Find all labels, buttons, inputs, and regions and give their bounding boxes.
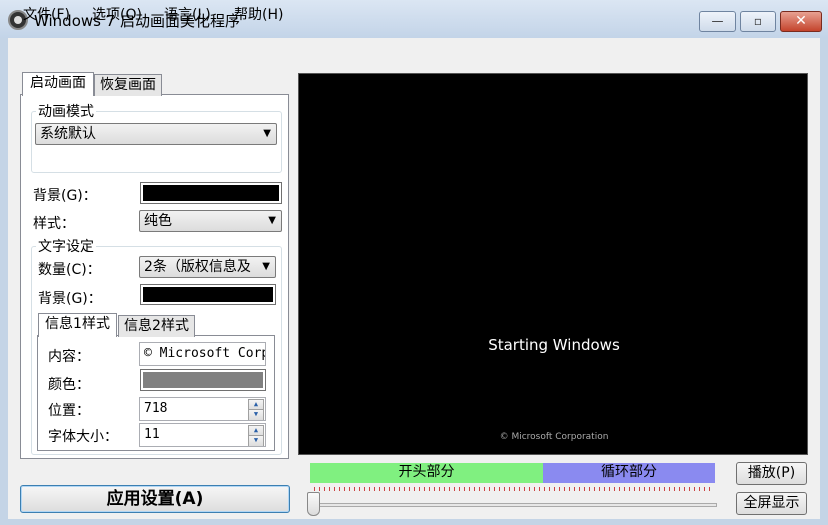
tab-info2-style[interactable]: 信息2样式: [118, 315, 195, 337]
text-background-swatch: [143, 287, 273, 302]
spin-down-icon[interactable]: ▼: [248, 409, 264, 420]
maximize-button[interactable]: ▫: [740, 11, 776, 32]
chevron-down-icon: ▼: [263, 128, 271, 139]
close-button[interactable]: ✕: [780, 11, 822, 32]
menu-bar: [8, 38, 820, 64]
font-size-value: 11: [144, 427, 160, 442]
background-color-picker[interactable]: [140, 182, 282, 204]
text-background-label: 背景(G)：: [38, 291, 102, 307]
timeline-slider-thumb[interactable]: [307, 492, 320, 516]
timeline-ticks: [314, 487, 714, 491]
menu-file[interactable]: 文件(F): [23, 4, 70, 24]
content-input[interactable]: © Microsoft Corp: [139, 342, 266, 366]
style-label: 样式：: [33, 216, 75, 232]
position-value: 718: [144, 401, 168, 416]
count-value: 2条（版权信息及: [144, 259, 251, 275]
tab-boot-screen[interactable]: 启动画面: [22, 72, 94, 96]
position-stepper[interactable]: 718 ▲ ▼: [139, 397, 266, 421]
text-color-picker[interactable]: [140, 369, 266, 391]
preview-starting-text: Starting Windows: [488, 336, 620, 354]
menu-options[interactable]: 选项(O): [92, 4, 142, 24]
font-size-label: 字体大小：: [48, 429, 118, 445]
text-background-color-picker[interactable]: [140, 284, 276, 305]
animation-mode-value: 系统默认: [40, 126, 96, 142]
timeline-slider-track[interactable]: [312, 503, 717, 507]
color-label: 颜色：: [48, 377, 90, 393]
minimize-button[interactable]: —: [699, 11, 736, 32]
position-label: 位置：: [48, 403, 90, 419]
count-select[interactable]: 2条（版权信息及 ▼: [139, 256, 276, 278]
spin-down-icon[interactable]: ▼: [248, 435, 264, 446]
tab-resume-screen[interactable]: 恢复画面: [94, 74, 162, 96]
animation-mode-select[interactable]: 系统默认 ▼: [35, 123, 277, 145]
chevron-down-icon: ▼: [262, 261, 270, 272]
style-select[interactable]: 纯色 ▼: [139, 210, 282, 232]
background-label: 背景(G)：: [33, 188, 97, 204]
animation-mode-label: 动画模式: [36, 101, 96, 121]
timeline-loop-segment[interactable]: 循环部分: [543, 463, 715, 483]
chevron-down-icon: ▼: [268, 215, 276, 226]
boot-screen-preview: Starting Windows © Microsoft Corporation: [298, 73, 808, 455]
preview-copyright-text: © Microsoft Corporation: [499, 432, 609, 442]
text-color-swatch: [143, 372, 263, 388]
style-value: 纯色: [144, 213, 172, 229]
text-settings-label: 文字设定: [36, 236, 96, 256]
background-color-swatch: [143, 185, 279, 201]
font-size-stepper[interactable]: 11 ▲ ▼: [139, 423, 266, 447]
menu-language[interactable]: 语言(L): [164, 4, 211, 24]
apply-settings-button[interactable]: 应用设置(A): [20, 485, 290, 513]
count-label: 数量(C)：: [38, 262, 101, 278]
content-label: 内容：: [48, 349, 90, 365]
fullscreen-button[interactable]: 全屏显示: [736, 492, 807, 515]
tab-info1-style[interactable]: 信息1样式: [38, 313, 117, 337]
play-button[interactable]: 播放(P): [736, 462, 807, 485]
menu-help[interactable]: 帮助(H): [234, 4, 283, 24]
timeline-start-segment[interactable]: 开头部分: [310, 463, 543, 483]
